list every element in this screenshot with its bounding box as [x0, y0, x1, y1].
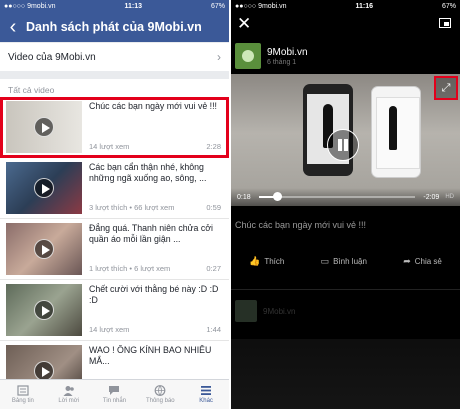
- tab-label: Lời mời: [58, 398, 79, 404]
- navigation-header: ‹ Danh sách phát của 9Mobi.vn: [0, 12, 229, 42]
- tab-label: Bảng tin: [11, 398, 34, 404]
- video-meta: 14 lượt xem: [89, 142, 130, 151]
- video-item-selected[interactable]: Chúc các bạn ngày mới vui vẻ !!! 14 lượt…: [0, 97, 229, 158]
- video-player[interactable]: ⤢ 0:18 -2:09 HD: [231, 74, 460, 206]
- video-title[interactable]: Các bạn cẩn thận nhé, không những ngã xu…: [89, 162, 223, 184]
- chevron-right-icon: ›: [217, 50, 221, 64]
- video-thumbnail[interactable]: [6, 162, 82, 214]
- bottom-tab-bar: Bảng tin Lời mời Tin nhắn Thông báo Khác: [0, 379, 229, 409]
- page-name[interactable]: 9Mobi.vn: [267, 47, 308, 58]
- video-thumbnail[interactable]: [6, 101, 82, 153]
- friend-requests-icon: [63, 386, 74, 396]
- page-videos-label: Video của 9Mobi.vn: [8, 51, 96, 63]
- action-bar: 👍 Thích ▭ Bình luận ➦ Chia sẻ: [231, 244, 460, 279]
- tab-more[interactable]: Khác: [183, 380, 229, 409]
- video-duration: 0:59: [206, 203, 221, 212]
- battery-label: 67%: [210, 2, 225, 10]
- play-icon: [34, 178, 54, 198]
- page-avatar: [235, 300, 257, 322]
- battery-label: 67%: [441, 2, 456, 10]
- back-chevron-icon[interactable]: ‹: [0, 12, 26, 42]
- page-name: 9Mobi.vn: [263, 306, 296, 316]
- video-thumbnail[interactable]: [6, 223, 82, 275]
- picture-in-picture-icon[interactable]: [439, 18, 451, 28]
- video-item[interactable]: Chết cười với thằng bé này :D :D :D 14 l…: [0, 280, 229, 341]
- play-icon: [34, 117, 54, 137]
- playlist-screen: ●●○○○ 9mobi.vn 11:13 67% ‹ Danh sách phá…: [0, 0, 229, 409]
- player-controls: 0:18 -2:09 HD: [231, 188, 460, 206]
- page-avatar[interactable]: [235, 43, 261, 69]
- seek-handle[interactable]: [273, 192, 283, 201]
- like-label: Thích: [264, 257, 285, 266]
- hd-toggle[interactable]: HD: [445, 194, 454, 200]
- pause-icon[interactable]: [327, 129, 359, 161]
- share-button[interactable]: ➦ Chia sẻ: [403, 256, 442, 267]
- video-item[interactable]: Đẳng quá. Thanh niên chửa cởi quần áo mỗ…: [0, 219, 229, 280]
- status-time: 11:16: [355, 2, 373, 10]
- video-duration: 0:27: [206, 264, 221, 273]
- comment-icon: ▭: [320, 256, 330, 266]
- video-item[interactable]: Các bạn cẩn thận nhé, không những ngã xu…: [0, 158, 229, 219]
- video-caption: Chúc các bạn ngày mới vui vẻ !!!: [235, 220, 366, 230]
- carrier-label: ●●○○○ 9mobi.vn: [4, 2, 56, 10]
- like-button[interactable]: 👍 Thích: [249, 256, 284, 267]
- play-icon: [34, 300, 54, 320]
- seek-bar[interactable]: [258, 192, 416, 201]
- status-time: 11:13: [124, 2, 142, 10]
- more-menu-icon: [201, 386, 212, 395]
- carrier-label: ●●○○○ 9mobi.vn: [235, 2, 287, 10]
- video-meta: 14 lượt xem: [89, 325, 130, 334]
- notifications-icon: [154, 385, 166, 396]
- news-feed-icon: [17, 385, 29, 396]
- messages-icon: [109, 386, 120, 395]
- tab-friend-requests[interactable]: Lời mời: [46, 380, 92, 409]
- tab-news-feed[interactable]: Bảng tin: [0, 380, 46, 409]
- player-top-bar: ✕: [231, 12, 460, 38]
- next-post: 9Mobi.vn: [231, 290, 460, 332]
- remaining-time: -2:09: [423, 193, 440, 201]
- video-meta: 3 lượt thích • 66 lượt xem: [89, 203, 175, 212]
- tab-label: Thông báo: [145, 398, 175, 404]
- video-meta: 1 lượt thích • 6 lượt xem: [89, 264, 171, 273]
- like-icon: 👍: [249, 256, 261, 266]
- fullscreen-expand-icon[interactable]: ⤢: [434, 76, 458, 100]
- tab-label: Tin nhắn: [102, 398, 127, 404]
- page-header: 9Mobi.vn 6 tháng 1: [231, 38, 460, 74]
- post-date: 6 tháng 1: [267, 58, 297, 66]
- status-bar: ●●○○○ 9mobi.vn 11:13 67%: [0, 0, 229, 12]
- close-icon[interactable]: ✕: [237, 14, 251, 34]
- play-icon: [34, 239, 54, 259]
- comment-label: Bình luận: [333, 257, 367, 266]
- video-player-screen: ●●○○○ 9mobi.vn 11:16 67% ✕ 9Mobi.vn 6 th…: [231, 0, 460, 409]
- video-thumbnail[interactable]: [6, 284, 82, 336]
- all-videos-heading: Tất cả video: [0, 79, 229, 97]
- status-bar: ●●○○○ 9mobi.vn 11:16 67%: [231, 0, 460, 12]
- tab-messages[interactable]: Tin nhắn: [92, 380, 138, 409]
- play-icon: [34, 361, 54, 381]
- comment-button[interactable]: ▭ Bình luận: [321, 256, 367, 267]
- video-duration: 1:44: [206, 325, 221, 334]
- video-title[interactable]: Chết cười với thằng bé này :D :D :D: [89, 284, 223, 306]
- tab-notifications[interactable]: Thông báo: [137, 380, 183, 409]
- faded-background-content: [231, 339, 460, 409]
- video-duration: 2:28: [206, 142, 221, 151]
- elapsed-time: 0:18: [237, 193, 251, 201]
- page-videos-link[interactable]: Video của 9Mobi.vn ›: [0, 43, 229, 71]
- page-title: Danh sách phát của 9Mobi.vn: [26, 20, 202, 34]
- share-label: Chia sẻ: [414, 257, 442, 266]
- video-list: Chúc các bạn ngày mới vui vẻ !!! 14 lượt…: [0, 97, 229, 402]
- tab-label: Khác: [199, 398, 213, 404]
- video-title[interactable]: Đẳng quá. Thanh niên chửa cởi quần áo mỗ…: [89, 223, 223, 245]
- video-title[interactable]: Chúc các bạn ngày mới vui vẻ !!!: [89, 101, 223, 112]
- video-frame-figure: [389, 106, 397, 150]
- share-icon: ➦: [403, 256, 411, 266]
- video-title[interactable]: WAO ! ÔNG KÍNH BAO NHIÊU MẮ...: [89, 345, 223, 367]
